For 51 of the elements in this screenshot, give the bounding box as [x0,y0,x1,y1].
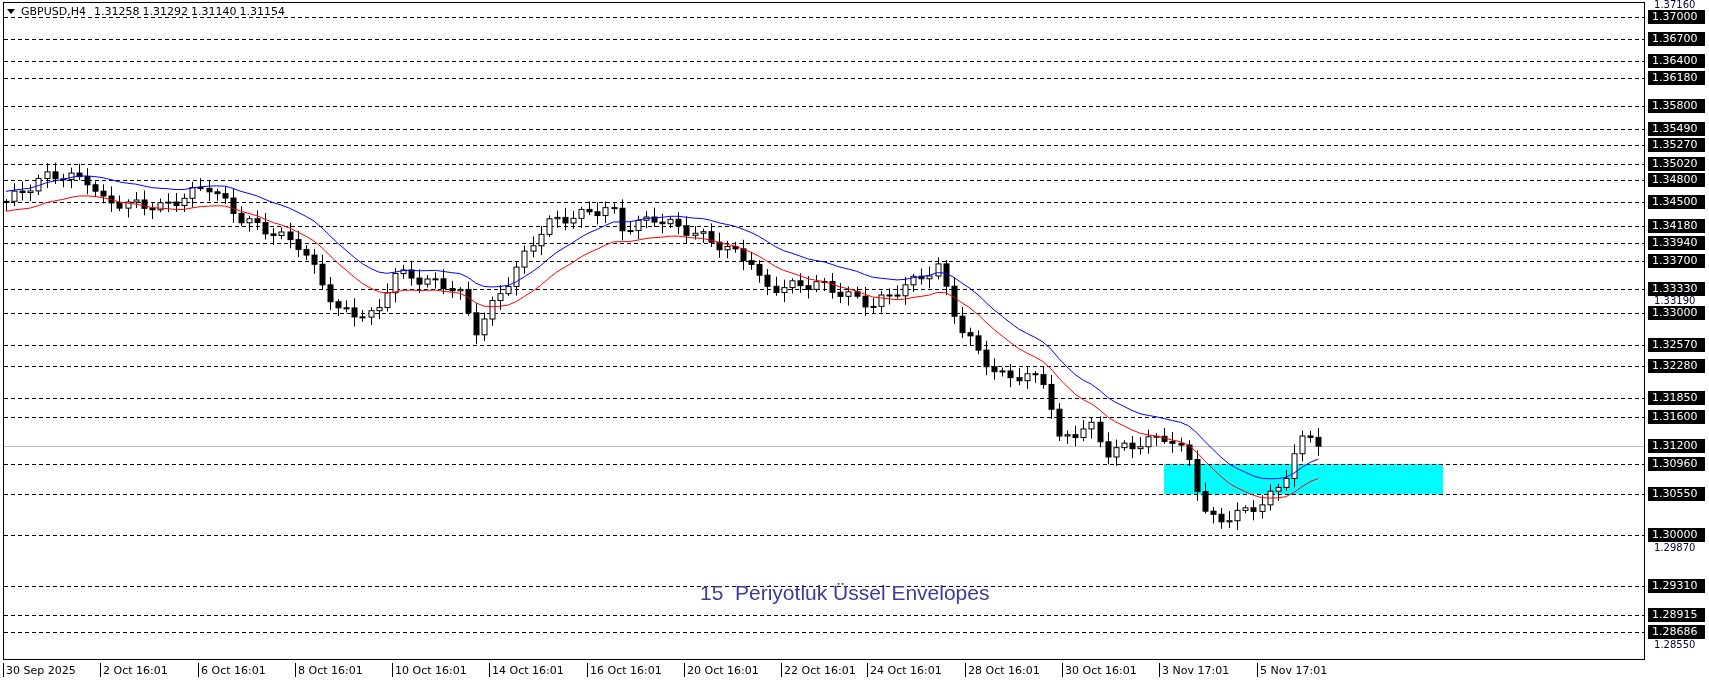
price-label: 1.34500 [1648,195,1706,209]
price-label: 1.34180 [1648,218,1706,233]
price-label: 1.36700 [1648,32,1706,47]
price-label: 1.29310 [1648,579,1706,594]
price-label: 1.32280 [1648,359,1706,374]
time-label: 10 Oct 16:01 [392,663,467,677]
price-label: 1.30960 [1648,456,1706,471]
caret-icon [7,9,15,14]
price-label: 1.33940 [1648,236,1706,251]
symbol-label: GBPUSD,H4 [21,5,86,18]
indicator-caption: 15 Periyotluk Üssel Envelopes [700,581,990,605]
price-label: 1.32570 [1648,337,1706,352]
price-label: 1.35020 [1648,156,1706,171]
time-label: 16 Oct 16:01 [587,663,662,677]
price-label: 1.31600 [1648,409,1706,424]
price-label: 1.33000 [1648,306,1706,320]
time-label: 8 Oct 16:01 [295,663,363,677]
price-label: 1.34800 [1648,172,1706,187]
scale-label: 1.28550 [1654,639,1696,650]
time-label: 3 Nov 17:01 [1159,663,1230,677]
scale-label: 1.33190 [1654,295,1696,306]
price-label: 1.36400 [1648,54,1706,69]
price-label: 1.33700 [1648,254,1706,269]
price-label: 1.35800 [1648,98,1706,113]
time-label: 24 Oct 16:01 [867,663,942,677]
time-label: 5 Nov 17:01 [1257,663,1328,677]
price-label: 1.35270 [1648,138,1706,152]
time-label: 6 Oct 16:01 [198,663,266,677]
scale-label: 1.37160 [1654,0,1696,10]
time-label: 30 Oct 16:01 [1062,663,1137,677]
price-label: 1.31850 [1648,391,1706,406]
price-label: 1.28915 [1648,608,1706,623]
price-label: 1.35490 [1648,121,1706,136]
time-label: 28 Oct 16:01 [965,663,1040,677]
price-label: 1.28686 [1648,625,1706,640]
time-label: 14 Oct 16:01 [489,663,564,677]
time-label: 2 Oct 16:01 [100,663,168,677]
quote-value: 1.31292 [142,5,188,18]
time-label: 20 Oct 16:01 [684,663,759,677]
price-label: 1.37000 [1648,10,1706,24]
price-label: 1.30000 [1648,528,1706,542]
quote-value: 1.31154 [239,5,285,18]
price-label: 1.31200 [1648,439,1706,454]
quote-value: 1.31140 [191,5,237,18]
price-label: 1.33330 [1648,281,1706,296]
time-label: 22 Oct 16:01 [781,663,856,677]
price-label: 1.30550 [1648,487,1706,502]
scale-label: 1.29870 [1654,542,1696,553]
price-label: 1.36180 [1648,70,1706,85]
quote-value: 1.31258 [94,5,140,18]
time-label: 30 Sep 2025 [3,663,76,677]
